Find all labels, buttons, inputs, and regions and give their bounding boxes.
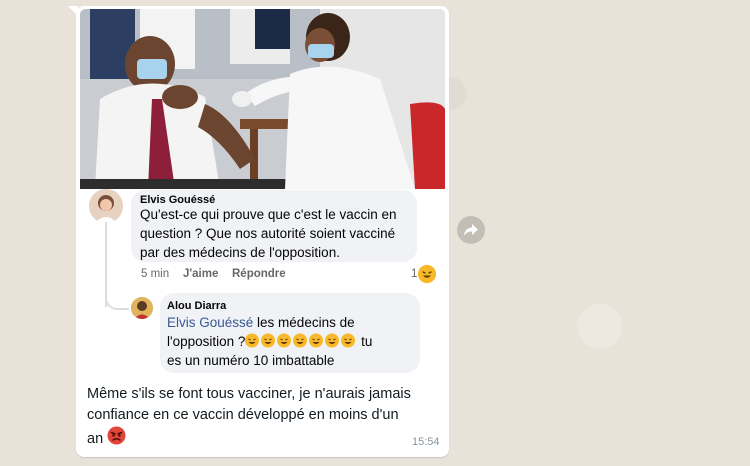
reply-text-line: l'opposition ? tu	[167, 332, 372, 351]
reply-text-part: les médecins de	[253, 315, 355, 330]
laughing-emoji-icon	[418, 265, 436, 283]
reply-text-part: l'opposition ?	[167, 334, 246, 349]
reply-text-line: es un numéro 10 imbattable	[167, 353, 335, 368]
mention-link: Elvis Gouéssé	[167, 315, 254, 330]
like-link: J'aime	[183, 268, 219, 280]
caption-line: confiance en ce vaccin développé en moin…	[87, 407, 399, 423]
avatar	[131, 297, 153, 319]
caption-line: Même s'ils se font tous vacciner, je n'a…	[87, 386, 411, 402]
reply-link: Répondre	[232, 268, 286, 280]
thread-connector	[105, 280, 129, 310]
comment-text-line: question ? Que nos autorité soient vacci…	[140, 226, 396, 241]
comment-time: 5 min	[141, 268, 170, 280]
shared-image[interactable]	[80, 9, 445, 189]
caption-line: an	[87, 426, 437, 450]
laughing-emoji-row	[245, 333, 357, 349]
comment-text-line: Qu'est-ce qui prouve que c'est le vaccin…	[140, 207, 397, 222]
reply-text-line: Elvis Gouéssé les médecins de	[167, 313, 372, 332]
message-timestamp: 15:54	[412, 436, 440, 448]
reply-text-part: tu	[357, 334, 373, 349]
forward-button[interactable]	[457, 216, 485, 244]
avatar	[89, 189, 123, 223]
comment-text: Qu'est-ce qui prouve que c'est le vaccin…	[140, 205, 397, 262]
vaccination-photo	[80, 9, 445, 189]
reply-author: Alou Diarra	[167, 300, 227, 312]
comment-text-line: par des médecins de l'opposition.	[140, 245, 340, 260]
caption-text-part: an	[87, 431, 104, 447]
angry-emoji-icon	[107, 426, 126, 447]
message-caption[interactable]: Même s'ils se font tous vacciner, je n'a…	[87, 384, 437, 450]
reply-text: Elvis Gouéssé les médecins de l'oppositi…	[167, 313, 372, 370]
reaction-count: 1	[411, 268, 418, 280]
forward-icon	[464, 224, 478, 236]
